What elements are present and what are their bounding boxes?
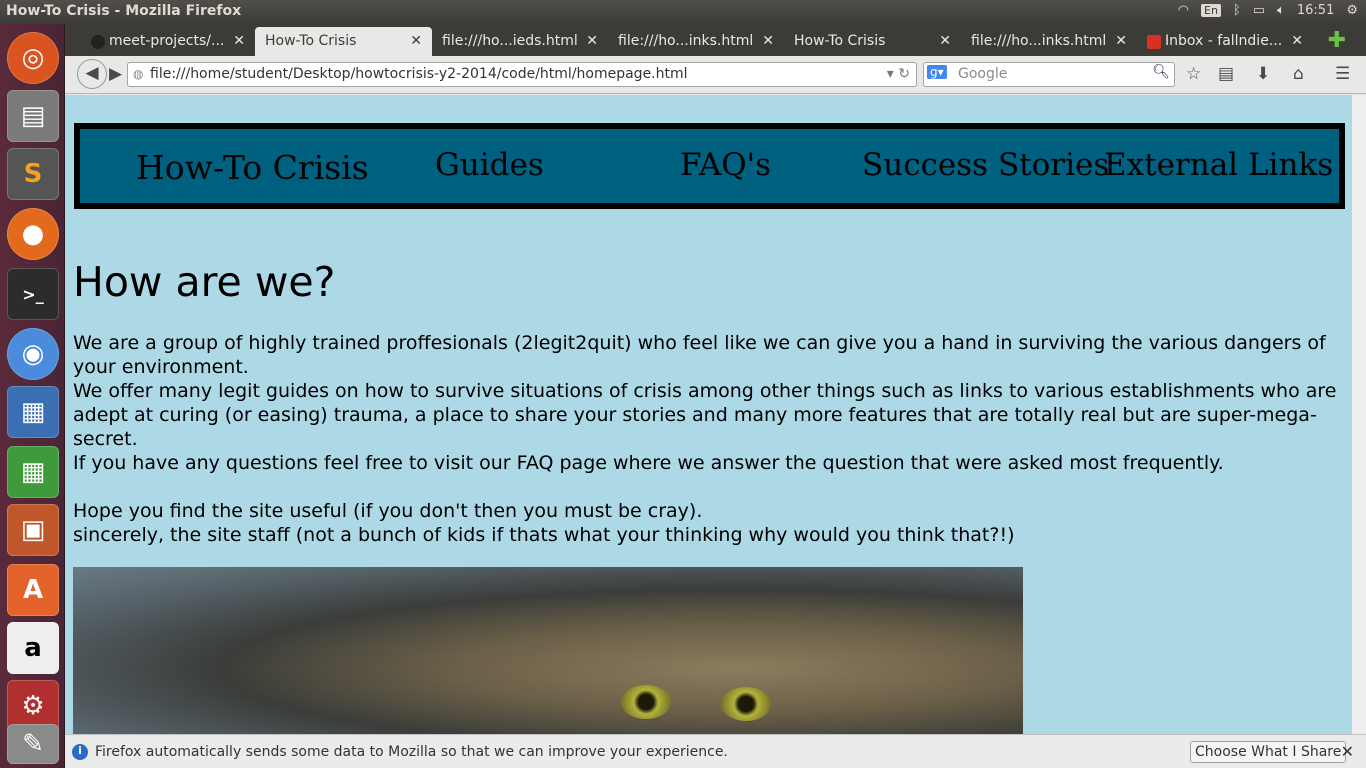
reload-icon[interactable]: ▾ ↻ [887,66,910,82]
gmail-icon [1147,35,1161,49]
downloads-icon[interactable]: ⬇ [1256,64,1270,84]
close-tab-icon[interactable]: ✕ [939,33,951,49]
intro-text: We are a group of highly trained proffes… [73,331,1338,547]
window-title: How-To Crisis - Mozilla Firefox [6,3,242,19]
paragraph [73,475,1338,499]
search-icon[interactable]: 🔍︎ [1152,64,1170,80]
unity-launcher: ◎ ▤ S ● >_ ◉ ▦ ▦ ▣ A a ⚙ ✎ [0,24,65,768]
tab-how-to-crisis-active[interactable]: How-To Crisis ✕ [255,27,432,56]
forward-arrow-icon[interactable]: ▶ [109,64,122,84]
paragraph: Hope you find the site useful (if you do… [73,500,703,522]
globe-icon: ◍ [133,67,144,81]
nav-faq[interactable]: FAQ's [680,147,771,183]
tab-how-to-crisis[interactable]: How-To Crisis ✕ [784,27,961,56]
paragraph: sincerely, the site staff (not a bunch o… [73,524,1015,546]
volume-icon[interactable]: 🔈︎ [1277,3,1285,18]
tab-gmail-inbox[interactable]: Inbox - fallndie... ✕ [1143,27,1313,56]
nav-guides[interactable]: Guides [435,147,544,183]
bookmark-star-icon[interactable]: ☆ [1186,64,1201,84]
writer-icon[interactable]: ▦ [7,386,59,438]
calc-icon[interactable]: ▦ [7,446,59,498]
cat-eye [721,687,771,721]
cat-eye [621,685,671,719]
firefox-icon[interactable]: ● [7,208,59,260]
firefox-window: meet-projects/... ✕ How-To Crisis ✕ file:/… [65,24,1366,768]
close-tab-icon[interactable]: ✕ [410,33,422,49]
page-content: How-To Crisis Guides FAQ's Success Stori… [65,95,1351,734]
page-heading: How are we? [73,258,336,306]
nav-success-stories[interactable]: Success Stories [862,147,1109,183]
paragraph: We offer many legit guides on how to sur… [73,380,1337,450]
page-scrollbar[interactable] [1351,95,1366,734]
close-tab-icon[interactable]: ✕ [233,33,245,49]
telemetry-notification-bar: i Firefox automatically sends some data … [65,734,1366,768]
back-arrow-icon[interactable]: ◀ [77,59,107,89]
clock[interactable]: 16:51 [1297,3,1334,18]
files-icon[interactable]: ▤ [7,90,59,142]
ubuntu-dash-icon[interactable]: ◎ [7,32,59,84]
impress-icon[interactable]: ▣ [7,504,59,556]
notification-message: Firefox automatically sends some data to… [95,744,728,760]
battery-icon[interactable]: ▭ [1253,3,1265,18]
close-tab-icon[interactable]: ✕ [1115,33,1127,49]
close-tab-icon[interactable]: ✕ [1291,33,1303,49]
settings-gear-icon[interactable]: ⚙ [1346,3,1358,18]
software-center-icon[interactable]: A [7,564,59,616]
paragraph: We are a group of highly trained proffes… [73,332,1326,378]
new-tab-plus-icon[interactable]: ✚ [1328,28,1346,53]
chrome-icon[interactable]: ◉ [7,328,59,380]
tab-file-ieds[interactable]: file:///ho...ieds.html ✕ [432,27,608,56]
cat-image [73,567,1023,734]
info-icon: i [72,744,88,760]
close-tab-icon[interactable]: ✕ [586,33,598,49]
keyboard-indicator[interactable]: En [1201,4,1221,17]
close-notification-icon[interactable]: ✕ [1341,742,1354,761]
home-icon[interactable]: ⌂ [1293,64,1304,84]
site-title-link[interactable]: How-To Crisis [136,148,369,187]
close-tab-icon[interactable]: ✕ [762,33,774,49]
tab-file-links-2[interactable]: file:///ho...inks.html ✕ [961,27,1137,56]
google-engine-icon[interactable]: g▾ [927,65,947,79]
system-tray: ◠ En ᛒ ▭ 🔈︎ 16:51 ⚙ [1178,3,1358,18]
sublime-text-icon[interactable]: S [7,148,59,200]
site-navigation: How-To Crisis Guides FAQ's Success Stori… [74,123,1345,209]
tab-strip: meet-projects/... ✕ How-To Crisis ✕ file:/… [65,24,1366,56]
search-input[interactable]: g▾ Google 🔍︎ [923,62,1175,87]
bluetooth-icon[interactable]: ᛒ [1233,3,1241,18]
workspace-switcher-icon[interactable]: ✎ [7,724,59,764]
menu-hamburger-icon[interactable]: ☰ [1335,64,1350,84]
nav-external-links[interactable]: External Links [1104,147,1333,183]
terminal-icon[interactable]: >_ [7,268,59,320]
paragraph: If you have any questions feel free to v… [73,452,1224,474]
url-input[interactable]: file:///home/student/Desktop/howtocrisis… [127,62,917,87]
tab-meet-projects[interactable]: meet-projects/... ✕ [87,27,255,56]
system-top-bar: How-To Crisis - Mozilla Firefox ◠ En ᛒ ▭… [0,0,1366,24]
github-icon [91,35,105,49]
wifi-icon[interactable]: ◠ [1178,3,1189,18]
reading-list-icon[interactable]: ▤ [1218,64,1234,84]
tab-file-links[interactable]: file:///ho...inks.html ✕ [608,27,784,56]
amazon-icon[interactable]: a [7,622,59,674]
choose-what-i-share-button[interactable]: Choose What I Share [1190,741,1347,763]
navigation-toolbar: ◀ ▶ file:///home/student/Desktop/howtocr… [65,56,1366,94]
